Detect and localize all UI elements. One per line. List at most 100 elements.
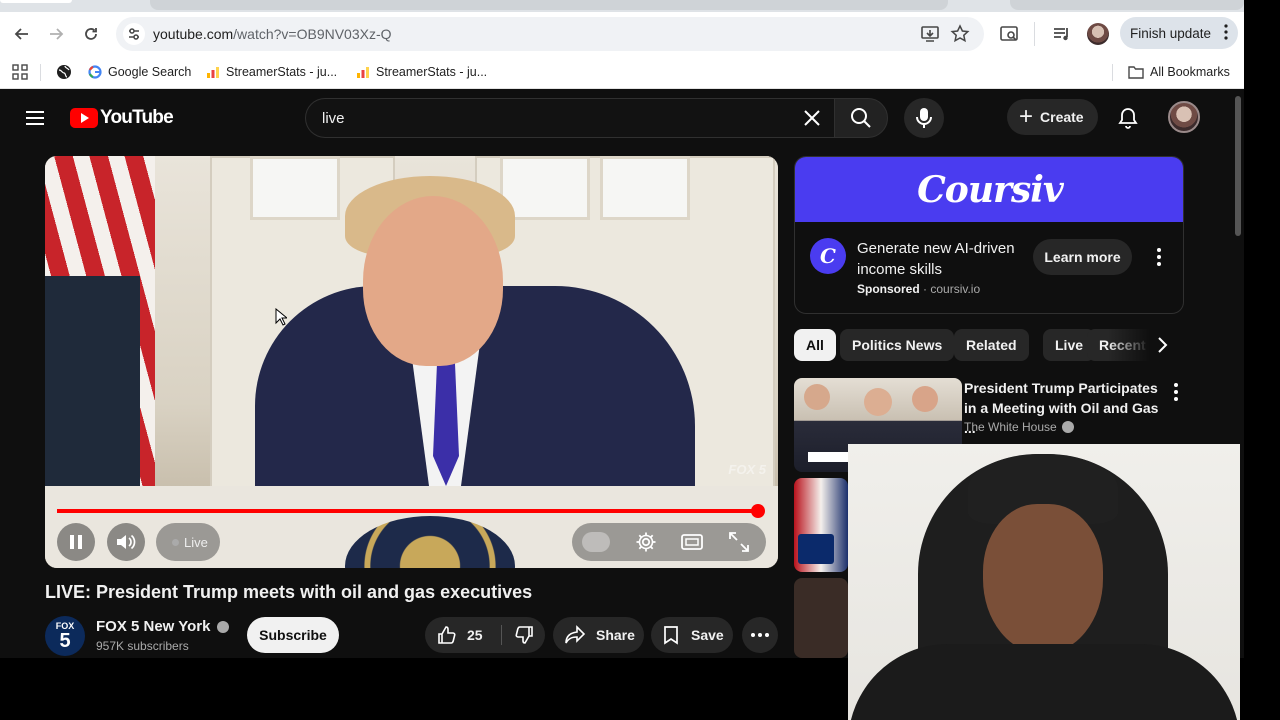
- toolbar-divider: [1034, 22, 1035, 46]
- scrollbar-thumb[interactable]: [1235, 96, 1241, 236]
- channel-name-text: FOX 5 New York: [96, 618, 211, 635]
- search-icon: [851, 108, 871, 128]
- thumbs-up-icon: [438, 626, 456, 644]
- install-app-icon[interactable]: [920, 24, 940, 44]
- save-button[interactable]: Save: [651, 617, 733, 653]
- learn-more-button[interactable]: Learn more: [1033, 239, 1132, 275]
- profile-avatar[interactable]: [1087, 23, 1109, 45]
- voice-search-button[interactable]: [904, 98, 944, 138]
- bookmarks-divider: [40, 64, 41, 81]
- sponsored-ad-card[interactable]: Coursiv C Generate new AI-driven income …: [794, 156, 1184, 314]
- back-button[interactable]: [8, 20, 36, 48]
- webcam-detail: [983, 504, 1103, 654]
- dislike-button[interactable]: [502, 617, 545, 653]
- ad-banner[interactable]: Coursiv: [795, 157, 1183, 222]
- like-button[interactable]: 25: [425, 617, 501, 653]
- youtube-logo[interactable]: YouTube: [70, 107, 174, 129]
- live-indicator[interactable]: Live: [156, 523, 220, 561]
- bookmarks-bar: Google Search StreamerStats - ju... Stre…: [0, 56, 1244, 89]
- streamerstats-icon: [357, 67, 369, 78]
- tab-search-icon[interactable]: [999, 24, 1021, 44]
- recommendation-thumbnail[interactable]: [794, 478, 848, 572]
- recommendation-thumbnail[interactable]: [794, 578, 848, 658]
- tab[interactable]: [0, 0, 72, 3]
- google-icon: [88, 65, 102, 79]
- bookmark-google-search[interactable]: Google Search: [88, 62, 191, 82]
- youtube-header: YouTube live + Create: [0, 90, 1244, 146]
- ad-kebab-menu-icon[interactable]: [1149, 245, 1169, 269]
- progress-fill: [57, 509, 758, 513]
- media-controls-icon[interactable]: [1052, 24, 1072, 44]
- webcam-detail: [848, 644, 1240, 720]
- subscribe-button[interactable]: Subscribe: [247, 617, 339, 653]
- bookmark-label: StreamerStats - ju...: [376, 65, 488, 79]
- thumbnail-detail: [912, 386, 938, 412]
- recommendation-kebab-menu-icon[interactable]: [1166, 380, 1186, 404]
- sponsored-label: Sponsored: [857, 282, 920, 296]
- mouse-cursor-icon: [275, 308, 287, 326]
- share-button[interactable]: Share: [553, 617, 644, 653]
- notifications-bell-icon[interactable]: [1116, 106, 1140, 130]
- verified-badge-icon: [216, 620, 229, 633]
- chip-politics-news[interactable]: Politics News: [840, 329, 955, 361]
- bookmark-streamerstats-2[interactable]: StreamerStats - ju...: [356, 62, 487, 82]
- video-frame-detail: [600, 156, 690, 220]
- finish-update-button[interactable]: Finish update: [1120, 17, 1238, 49]
- url-domain: youtube.com: [153, 26, 234, 42]
- all-bookmarks-label: All Bookmarks: [1150, 65, 1230, 79]
- forward-button[interactable]: [42, 20, 70, 48]
- more-actions-button[interactable]: [742, 617, 778, 653]
- channel-avatar[interactable]: FOX 5: [45, 616, 85, 656]
- globe-icon[interactable]: [56, 64, 72, 80]
- hamburger-menu-icon[interactable]: [22, 106, 48, 130]
- bookmark-label: StreamerStats - ju...: [226, 65, 338, 79]
- live-dot-icon: [172, 538, 179, 546]
- account-avatar[interactable]: [1168, 101, 1200, 133]
- settings-gear-icon[interactable]: [634, 530, 658, 554]
- pause-button[interactable]: [57, 523, 95, 561]
- youtube-play-icon: [70, 108, 98, 128]
- progress-bar[interactable]: [57, 504, 765, 518]
- all-bookmarks-button[interactable]: All Bookmarks: [1128, 62, 1230, 82]
- create-button[interactable]: + Create: [1007, 99, 1098, 135]
- reload-button[interactable]: [77, 20, 105, 48]
- clear-search-icon[interactable]: [801, 107, 823, 129]
- apps-grid-icon[interactable]: [12, 64, 28, 80]
- player-right-controls: [572, 523, 766, 561]
- fullscreen-icon[interactable]: [727, 530, 751, 554]
- chevron-right-icon[interactable]: [1150, 333, 1174, 357]
- verified-badge-icon: [1061, 421, 1074, 433]
- ad-headline[interactable]: Generate new AI-driven income skills: [857, 238, 1027, 280]
- finish-update-label: Finish update: [1130, 25, 1212, 41]
- theater-mode-icon[interactable]: [680, 530, 704, 554]
- volume-button[interactable]: [107, 523, 145, 561]
- autoplay-toggle[interactable]: [582, 532, 610, 552]
- ad-domain: coursiv.io: [930, 282, 981, 296]
- bookmark-star-icon[interactable]: [950, 24, 970, 44]
- url-text[interactable]: youtube.com/watch?v=OB9NV03Xz-Q: [153, 26, 392, 42]
- streamerstats-icon: [207, 67, 219, 78]
- save-label: Save: [691, 627, 724, 643]
- tab[interactable]: [1010, 0, 1244, 10]
- folder-icon: [1128, 66, 1144, 79]
- channel-name[interactable]: FOX 5 New York: [96, 618, 229, 635]
- search-input[interactable]: live: [305, 98, 835, 138]
- site-settings-icon[interactable]: [122, 22, 146, 46]
- search-button[interactable]: [834, 98, 888, 138]
- recommendation-channel[interactable]: The White House: [964, 420, 1074, 434]
- chip-related[interactable]: Related: [954, 329, 1029, 361]
- chip-all[interactable]: All: [794, 329, 836, 361]
- share-label: Share: [596, 627, 635, 643]
- tab[interactable]: [150, 0, 948, 10]
- like-count: 25: [467, 627, 483, 643]
- live-label: Live: [184, 534, 208, 550]
- subscriber-count: 957K subscribers: [96, 639, 189, 653]
- video-player[interactable]: FOX 5 Live: [45, 156, 778, 568]
- ad-brand-icon[interactable]: C: [810, 238, 846, 274]
- plus-icon: +: [1019, 103, 1034, 130]
- bookmark-save-icon: [664, 626, 678, 645]
- kebab-menu-icon: [1224, 24, 1228, 40]
- progress-scrubber[interactable]: [750, 504, 765, 518]
- bookmark-streamerstats-1[interactable]: StreamerStats - ju...: [206, 62, 337, 82]
- address-bar[interactable]: youtube.com/watch?v=OB9NV03Xz-Q: [116, 17, 984, 51]
